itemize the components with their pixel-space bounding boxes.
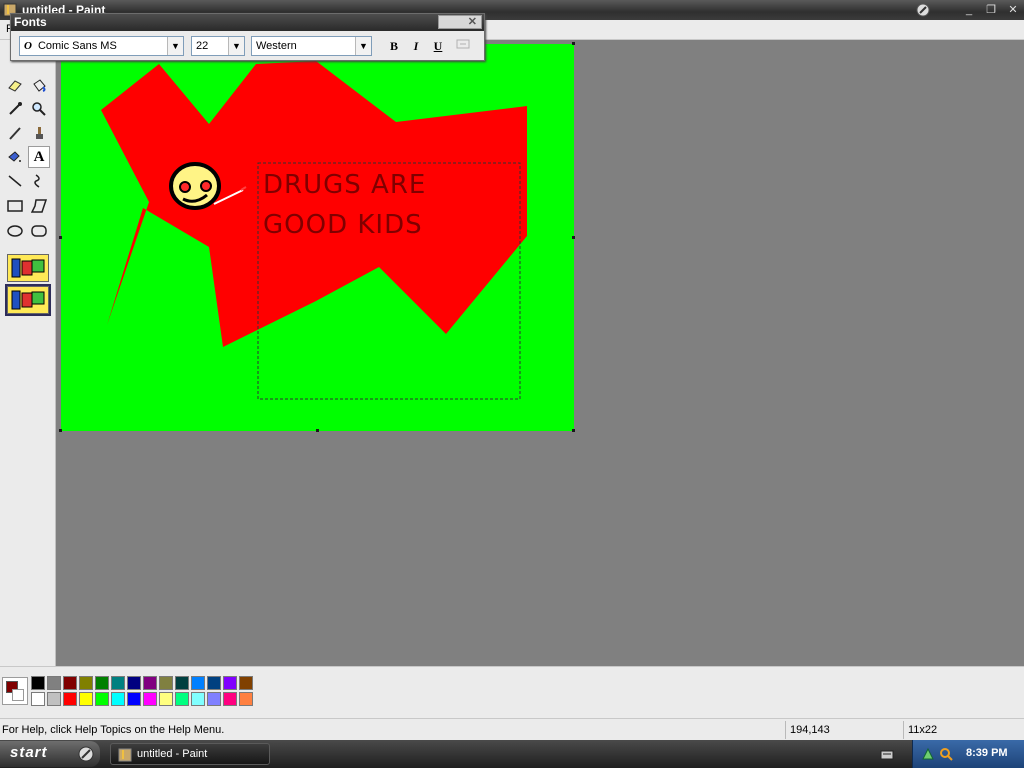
eraser-icon[interactable]: [4, 74, 26, 96]
restore-button[interactable]: ❐: [982, 3, 1000, 17]
start-label: start: [10, 744, 48, 761]
palette-swatch[interactable]: [175, 692, 189, 706]
italic-button[interactable]: I: [407, 38, 425, 54]
font-script-value: Western: [256, 40, 297, 52]
canvas-resize-handle-top-right[interactable]: [572, 42, 575, 45]
canvas-resize-handle-right[interactable]: [572, 236, 575, 239]
underline-button[interactable]: U: [429, 38, 447, 54]
font-script-combo[interactable]: Western ▼: [251, 36, 372, 56]
palette-swatch[interactable]: [223, 676, 237, 690]
vertical-text-icon: [454, 38, 472, 54]
network-tray-icon[interactable]: [921, 747, 935, 764]
palette-swatch[interactable]: [95, 692, 109, 706]
text-tool-icon[interactable]: A: [28, 146, 50, 168]
palette-swatch[interactable]: [111, 676, 125, 690]
font-size-combo[interactable]: 22 ▼: [191, 36, 245, 56]
canvas-text-line-2: GOOD KIDS: [263, 210, 423, 240]
palette-swatch[interactable]: [207, 676, 221, 690]
ellipse-tool-icon[interactable]: [4, 220, 26, 242]
minimize-button[interactable]: _: [960, 3, 978, 17]
color-picker-icon[interactable]: [4, 98, 26, 120]
brush-icon[interactable]: [28, 122, 50, 144]
opentype-icon: O: [24, 40, 32, 52]
help-icon[interactable]: [914, 3, 932, 17]
fonts-toolbar-title-bar[interactable]: Fonts ✕: [11, 14, 484, 31]
fonts-toolbar-title: Fonts: [14, 15, 47, 29]
canvas-resize-handle-left[interactable]: [59, 236, 62, 239]
status-help-text: For Help, click Help Topics on the Help …: [2, 724, 225, 736]
curve-tool-icon[interactable]: [28, 170, 50, 192]
start-logo-icon: [78, 746, 94, 762]
fonts-toolbar-window: Fonts ✕ O Comic Sans MS ▼ 22 ▼ Western ▼ …: [10, 13, 485, 61]
line-tool-icon[interactable]: [4, 170, 26, 192]
start-button[interactable]: start: [0, 741, 100, 767]
status-selection-size: 11x22: [903, 721, 1024, 739]
polygon-tool-icon[interactable]: [28, 195, 50, 217]
close-button[interactable]: ✕: [1004, 3, 1022, 17]
palette-swatch[interactable]: [127, 692, 141, 706]
keyboard-tray-icon[interactable]: [880, 747, 894, 764]
palette-swatch[interactable]: [31, 692, 45, 706]
status-bar: For Help, click Help Topics on the Help …: [0, 718, 1024, 740]
palette-swatch[interactable]: [111, 692, 125, 706]
taskbar-paint-label: untitled - Paint: [137, 748, 208, 760]
palette-swatch[interactable]: [127, 676, 141, 690]
pencil-icon[interactable]: [4, 122, 26, 144]
status-cursor-coords: 194,143: [785, 721, 903, 739]
palette-swatch[interactable]: [223, 692, 237, 706]
bold-button[interactable]: B: [385, 38, 403, 54]
font-name-combo[interactable]: O Comic Sans MS ▼: [19, 36, 184, 56]
font-size-value: 22: [196, 40, 209, 52]
palette-swatch[interactable]: [63, 676, 77, 690]
taskbar-clock: 8:39 PM: [966, 747, 1008, 759]
palette-swatch[interactable]: [159, 676, 173, 690]
palette-swatch[interactable]: [79, 692, 93, 706]
magnifier-icon[interactable]: [28, 98, 50, 120]
palette-swatch[interactable]: [47, 692, 61, 706]
search-tray-icon[interactable]: [939, 747, 953, 764]
canvas-resize-handle-bottom[interactable]: [316, 429, 319, 432]
font-size-dropdown-icon[interactable]: ▼: [228, 37, 244, 55]
color-palette-bar: [0, 666, 1024, 718]
palette-swatch[interactable]: [207, 692, 221, 706]
palette-swatch[interactable]: [31, 676, 45, 690]
palette-swatch[interactable]: [47, 676, 61, 690]
opaque-background-option[interactable]: [7, 254, 49, 282]
transparent-background-option[interactable]: [5, 284, 51, 316]
tool-box: A: [0, 40, 56, 666]
airbrush-icon[interactable]: [4, 146, 26, 168]
palette-swatch[interactable]: [175, 676, 189, 690]
palette-swatch[interactable]: [63, 692, 77, 706]
palette-swatch[interactable]: [191, 692, 205, 706]
canvas-resize-handle-bottom-right[interactable]: [572, 429, 575, 432]
rectangle-tool-icon[interactable]: [4, 195, 26, 217]
secondary-color-swatch: [12, 689, 24, 701]
palette-swatch[interactable]: [143, 676, 157, 690]
palette-swatch[interactable]: [159, 692, 173, 706]
palette-swatch[interactable]: [143, 692, 157, 706]
font-script-dropdown-icon[interactable]: ▼: [355, 37, 371, 55]
canvas-text-line-1: DRUGS ARE: [263, 170, 427, 200]
taskbar-paint-icon: [118, 748, 132, 762]
fill-bucket-icon[interactable]: [28, 74, 50, 96]
canvas-resize-handle-bottom-left[interactable]: [59, 429, 62, 432]
taskbar: start untitled - Paint 8:39 PM: [0, 740, 1024, 768]
palette-swatch[interactable]: [239, 692, 253, 706]
font-name-value: Comic Sans MS: [37, 40, 117, 52]
palette-swatch[interactable]: [191, 676, 205, 690]
palette-swatch[interactable]: [79, 676, 93, 690]
font-name-dropdown-icon[interactable]: ▼: [167, 37, 183, 55]
fonts-toolbar-close-button[interactable]: ✕: [438, 15, 482, 29]
rounded-rectangle-tool-icon[interactable]: [28, 220, 50, 242]
current-colors-indicator[interactable]: [2, 677, 28, 705]
palette-swatch[interactable]: [239, 676, 253, 690]
taskbar-paint-button[interactable]: untitled - Paint: [110, 743, 270, 765]
palette-swatch[interactable]: [95, 676, 109, 690]
